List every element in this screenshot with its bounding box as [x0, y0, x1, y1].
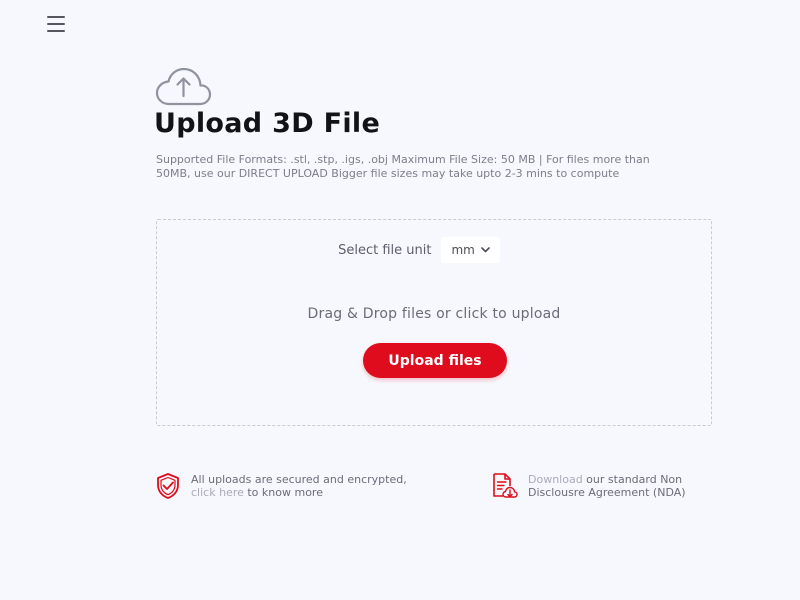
hamburger-menu-icon[interactable] — [47, 16, 65, 32]
cloud-upload-icon — [155, 67, 212, 106]
nda-download-link[interactable]: Download — [528, 473, 583, 486]
unit-label: Select file unit — [338, 242, 432, 258]
upload-page: Upload 3D File Supported File Formats: .… — [0, 0, 800, 600]
upload-files-button[interactable]: Upload files — [363, 343, 507, 378]
security-line-1: All uploads are secured and encrypted, — [191, 473, 407, 486]
security-notice: All uploads are secured and encrypted, c… — [155, 472, 407, 500]
menu-bar — [47, 23, 65, 25]
nda-line-1-rest: our standard Non — [582, 473, 683, 486]
security-text: All uploads are secured and encrypted, c… — [191, 472, 407, 499]
supported-formats-note: Supported File Formats: .stl, .stp, .igs… — [156, 153, 650, 180]
page-title: Upload 3D File — [154, 108, 381, 139]
drag-drop-text: Drag & Drop files or click to upload — [307, 306, 561, 322]
security-click-here-link[interactable]: click here — [191, 486, 244, 499]
document-download-icon — [493, 473, 518, 498]
unit-select[interactable]: mm — [441, 237, 500, 263]
nda-line-1: Download our standard Non — [528, 473, 686, 486]
chevron-down-icon — [481, 247, 490, 253]
file-dropzone[interactable]: Select file unit mm Drag & Drop files or… — [156, 219, 712, 426]
menu-bar — [47, 30, 65, 32]
nda-notice: Download our standard Non Disclousre Agr… — [490, 472, 686, 500]
nda-text: Download our standard Non Disclousre Agr… — [528, 472, 686, 499]
unit-value: mm — [451, 243, 475, 257]
unit-selector-row: Select file unit mm — [157, 237, 711, 263]
security-line-2-rest: to know more — [243, 486, 323, 499]
shield-check-icon — [157, 473, 179, 499]
security-line-2: click here to know more — [191, 486, 407, 499]
nda-line-2: Disclousre Agreement (NDA) — [528, 486, 686, 499]
menu-bar — [47, 16, 65, 18]
